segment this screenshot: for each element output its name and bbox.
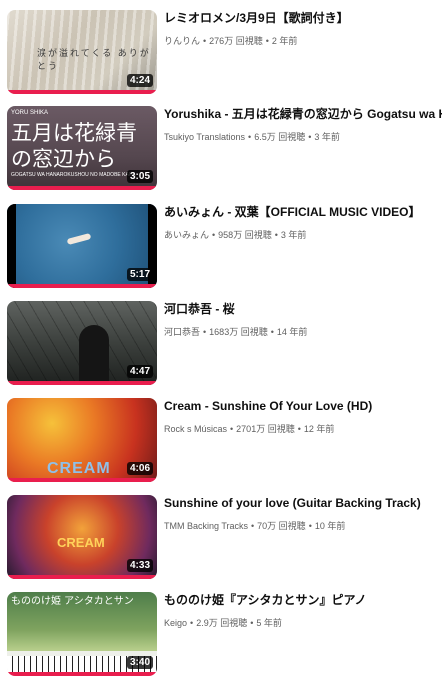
video-meta: りんりん • 276万 回視聴 • 2 年前	[164, 34, 442, 47]
thumbnail-text: 涙が溢れてくる ありがとう	[37, 48, 151, 71]
thumbnail-text: 五月は花緑青の窓辺から	[11, 121, 137, 171]
watch-progress-bar	[7, 90, 157, 94]
channel-name[interactable]: 河口恭吾	[164, 327, 200, 337]
thumbnail-text: もののけ姫 アシタカとサン	[11, 596, 134, 607]
thumbnail-text: CREAM	[57, 535, 105, 550]
watch-progress-bar	[7, 284, 157, 288]
video-meta: TMM Backing Tracks • 70万 回視聴 • 10 年前	[164, 519, 442, 532]
video-title[interactable]: あいみょん - 双葉【OFFICIAL MUSIC VIDEO】	[164, 204, 442, 220]
video-title[interactable]: 河口恭吾 - 桜	[164, 301, 442, 317]
upload-age: 10 年前	[314, 521, 346, 531]
upload-age: 12 年前	[303, 424, 335, 434]
view-count: 1683万 回視聴	[209, 327, 268, 337]
view-count: 958万 回視聴	[218, 230, 272, 240]
watch-progress-bar	[7, 575, 157, 579]
video-thumbnail[interactable]: 5:17	[7, 204, 157, 288]
meta-separator: •	[190, 618, 194, 628]
upload-age: 2 年前	[271, 36, 298, 46]
video-item[interactable]: CREAM 4:06 Cream - Sunshine Of Your Love…	[0, 398, 442, 494]
channel-name[interactable]: あいみょん	[164, 230, 209, 240]
video-title[interactable]: Yorushika - 五月は花緑青の窓辺から Gogatsu wa Hanar…	[164, 106, 442, 122]
meta-separator: •	[212, 230, 216, 240]
video-meta: 河口恭吾 • 1683万 回視聴 • 14 年前	[164, 325, 442, 338]
upload-age: 3 年前	[280, 230, 307, 240]
upload-age: 14 年前	[276, 327, 308, 337]
thumbnail-text: GOGATSU WA HANAROKUSHOU NO MADOBE KARA	[11, 172, 136, 178]
meta-separator: •	[248, 132, 252, 142]
watch-progress-bar	[7, 478, 157, 482]
view-count: 2701万 回視聴	[236, 424, 295, 434]
video-meta: Tsukiyo Translations • 6.5万 回視聴 • 3 年前	[164, 130, 442, 143]
video-item[interactable]: 5:17 あいみょん - 双葉【OFFICIAL MUSIC VIDEO】 あい…	[0, 204, 442, 300]
thumbnail-art	[66, 232, 92, 246]
thumbnail-text: YORU SHIKA	[11, 110, 49, 116]
upload-age: 3 年前	[314, 132, 340, 142]
video-title[interactable]: レミオロメン/3月9日【歌詞付き】	[164, 10, 442, 26]
channel-name[interactable]: Rock s Músicas	[164, 424, 227, 434]
watch-progress-bar	[7, 186, 157, 190]
view-count: 70万 回視聴	[257, 521, 306, 531]
letterbox-bar	[7, 204, 16, 288]
video-thumbnail[interactable]: もののけ姫 アシタカとサン 3:40	[7, 592, 157, 676]
channel-name[interactable]: りんりん	[164, 36, 200, 46]
video-thumbnail[interactable]: CREAM 4:33	[7, 495, 157, 579]
duration-badge: 5:17	[126, 268, 153, 281]
video-item[interactable]: YORU SHIKA 五月は花緑青の窓辺から GOGATSU WA HANARO…	[0, 106, 442, 202]
video-title[interactable]: Cream - Sunshine Of Your Love (HD)	[164, 398, 442, 414]
watch-progress-bar	[7, 381, 157, 385]
video-title[interactable]: Sunshine of your love (Guitar Backing Tr…	[164, 495, 442, 511]
video-thumbnail[interactable]: CREAM 4:06	[7, 398, 157, 482]
meta-separator: •	[297, 424, 301, 434]
view-count: 2.9万 回視聴	[196, 618, 248, 628]
meta-separator: •	[251, 521, 255, 531]
channel-name[interactable]: TMM Backing Tracks	[164, 521, 248, 531]
duration-badge: 4:33	[126, 559, 153, 572]
video-meta: あいみょん • 958万 回視聴 • 3 年前	[164, 228, 442, 241]
video-item[interactable]: 涙が溢れてくる ありがとう 4:24 レミオロメン/3月9日【歌詞付き】 りんり…	[0, 10, 442, 106]
thumbnail-text: CREAM	[47, 460, 111, 477]
duration-badge: 3:05	[126, 170, 153, 183]
video-meta: Rock s Músicas • 2701万 回視聴 • 12 年前	[164, 422, 442, 435]
meta-separator: •	[308, 132, 312, 142]
meta-separator: •	[265, 36, 269, 46]
meta-separator: •	[250, 618, 254, 628]
video-thumbnail[interactable]: YORU SHIKA 五月は花緑青の窓辺から GOGATSU WA HANARO…	[7, 106, 157, 190]
upload-age: 5 年前	[256, 618, 282, 628]
channel-name[interactable]: Tsukiyo Translations	[164, 132, 245, 142]
thumbnail-art	[79, 325, 109, 385]
meta-separator: •	[203, 36, 207, 46]
view-count: 6.5万 回視聴	[254, 132, 306, 142]
meta-separator: •	[270, 327, 274, 337]
video-thumbnail[interactable]: 涙が溢れてくる ありがとう 4:24	[7, 10, 157, 94]
channel-name[interactable]: Keigo	[164, 618, 187, 628]
video-item[interactable]: CREAM 4:33 Sunshine of your love (Guitar…	[0, 495, 442, 591]
video-item[interactable]: 4:47 河口恭吾 - 桜 河口恭吾 • 1683万 回視聴 • 14 年前	[0, 301, 442, 397]
duration-badge: 4:06	[126, 462, 153, 475]
meta-separator: •	[203, 327, 207, 337]
watch-progress-bar	[7, 672, 157, 676]
video-thumbnail[interactable]: 4:47	[7, 301, 157, 385]
duration-badge: 4:47	[126, 365, 153, 378]
meta-separator: •	[274, 230, 278, 240]
duration-badge: 4:24	[126, 74, 153, 87]
duration-badge: 3:40	[126, 656, 153, 669]
view-count: 276万 回視聴	[209, 36, 263, 46]
video-title[interactable]: もののけ姫『アシタカとサン』ピアノ	[164, 592, 442, 608]
meta-separator: •	[308, 521, 312, 531]
meta-separator: •	[230, 424, 234, 434]
video-meta: Keigo • 2.9万 回視聴 • 5 年前	[164, 616, 442, 629]
video-item[interactable]: もののけ姫 アシタカとサン 3:40 もののけ姫『アシタカとサン』ピアノ Kei…	[0, 592, 442, 688]
